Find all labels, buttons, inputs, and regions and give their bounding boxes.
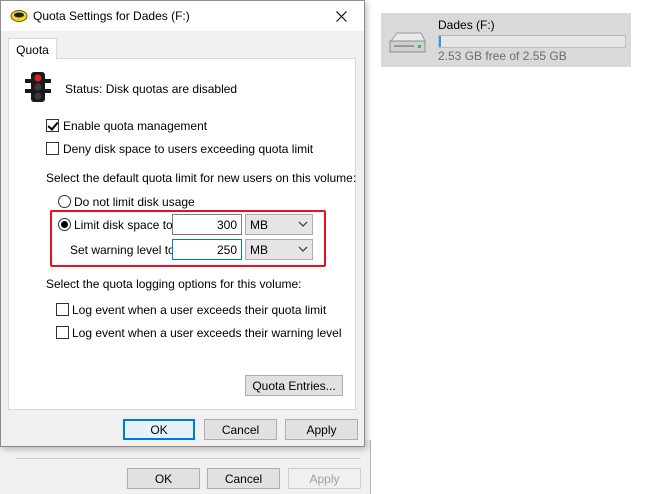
quota-entries-button[interactable]: Quota Entries... bbox=[245, 375, 343, 396]
drive-free-space: 2.53 GB free of 2.55 GB bbox=[438, 49, 567, 63]
default-limit-heading: Select the default quota limit for new u… bbox=[46, 171, 357, 185]
enable-quota-label[interactable]: Enable quota management bbox=[63, 119, 207, 133]
quota-status-text: Status: Disk quotas are disabled bbox=[65, 82, 238, 96]
background-divider bbox=[16, 458, 361, 459]
limit-space-label[interactable]: Limit disk space to bbox=[74, 218, 173, 232]
log-warning-checkbox[interactable] bbox=[56, 326, 69, 339]
no-limit-radio[interactable] bbox=[58, 195, 71, 208]
hard-drive-icon bbox=[389, 32, 426, 53]
background-ok-button[interactable]: OK bbox=[127, 468, 200, 489]
deny-space-checkbox[interactable] bbox=[46, 142, 59, 155]
limit-space-input[interactable]: 300 bbox=[172, 214, 242, 235]
chevron-down-icon bbox=[298, 246, 308, 252]
title-bar[interactable]: Quota Settings for Dades (F:) bbox=[1, 1, 364, 31]
enable-quota-checkbox[interactable] bbox=[46, 119, 59, 132]
tab-quota[interactable]: Quota bbox=[8, 38, 57, 60]
logging-heading: Select the quota logging options for thi… bbox=[46, 277, 302, 291]
chevron-down-icon bbox=[298, 221, 308, 227]
traffic-light-icon bbox=[25, 72, 51, 102]
cancel-button[interactable]: Cancel bbox=[204, 419, 277, 440]
drive-usage-fill bbox=[439, 36, 441, 47]
no-limit-label[interactable]: Do not limit disk usage bbox=[74, 195, 195, 209]
apply-button[interactable]: Apply bbox=[285, 419, 358, 440]
disk-drive-icon bbox=[10, 10, 28, 22]
limit-unit-value: MB bbox=[250, 218, 268, 232]
log-warning-label[interactable]: Log event when a user exceeds their warn… bbox=[72, 326, 342, 340]
warning-level-input[interactable]: 250 bbox=[172, 239, 242, 260]
drive-tile-dades[interactable]: Dades (F:) 2.53 GB free of 2.55 GB bbox=[381, 13, 631, 67]
drive-usage-bar bbox=[438, 35, 626, 48]
background-apply-button: Apply bbox=[288, 468, 361, 489]
close-button[interactable] bbox=[318, 1, 364, 31]
drive-name: Dades (F:) bbox=[438, 18, 495, 32]
deny-space-label[interactable]: Deny disk space to users exceeding quota… bbox=[63, 142, 313, 156]
quota-settings-dialog: Quota Settings for Dades (F:) Quota Stat… bbox=[0, 0, 365, 447]
warning-level-label: Set warning level to bbox=[70, 243, 175, 257]
log-limit-checkbox[interactable] bbox=[56, 303, 69, 316]
dialog-title: Quota Settings for Dades (F:) bbox=[33, 9, 190, 23]
background-cancel-button[interactable]: Cancel bbox=[207, 468, 280, 489]
limit-space-radio[interactable] bbox=[58, 218, 71, 231]
warning-unit-select[interactable]: MB bbox=[245, 239, 313, 260]
warning-unit-value: MB bbox=[250, 243, 268, 257]
ok-button[interactable]: OK bbox=[123, 419, 195, 440]
close-icon bbox=[335, 10, 347, 22]
limit-unit-select[interactable]: MB bbox=[245, 214, 313, 235]
log-limit-label[interactable]: Log event when a user exceeds their quot… bbox=[72, 303, 326, 317]
background-properties-dialog: OK Cancel Apply bbox=[0, 440, 371, 494]
